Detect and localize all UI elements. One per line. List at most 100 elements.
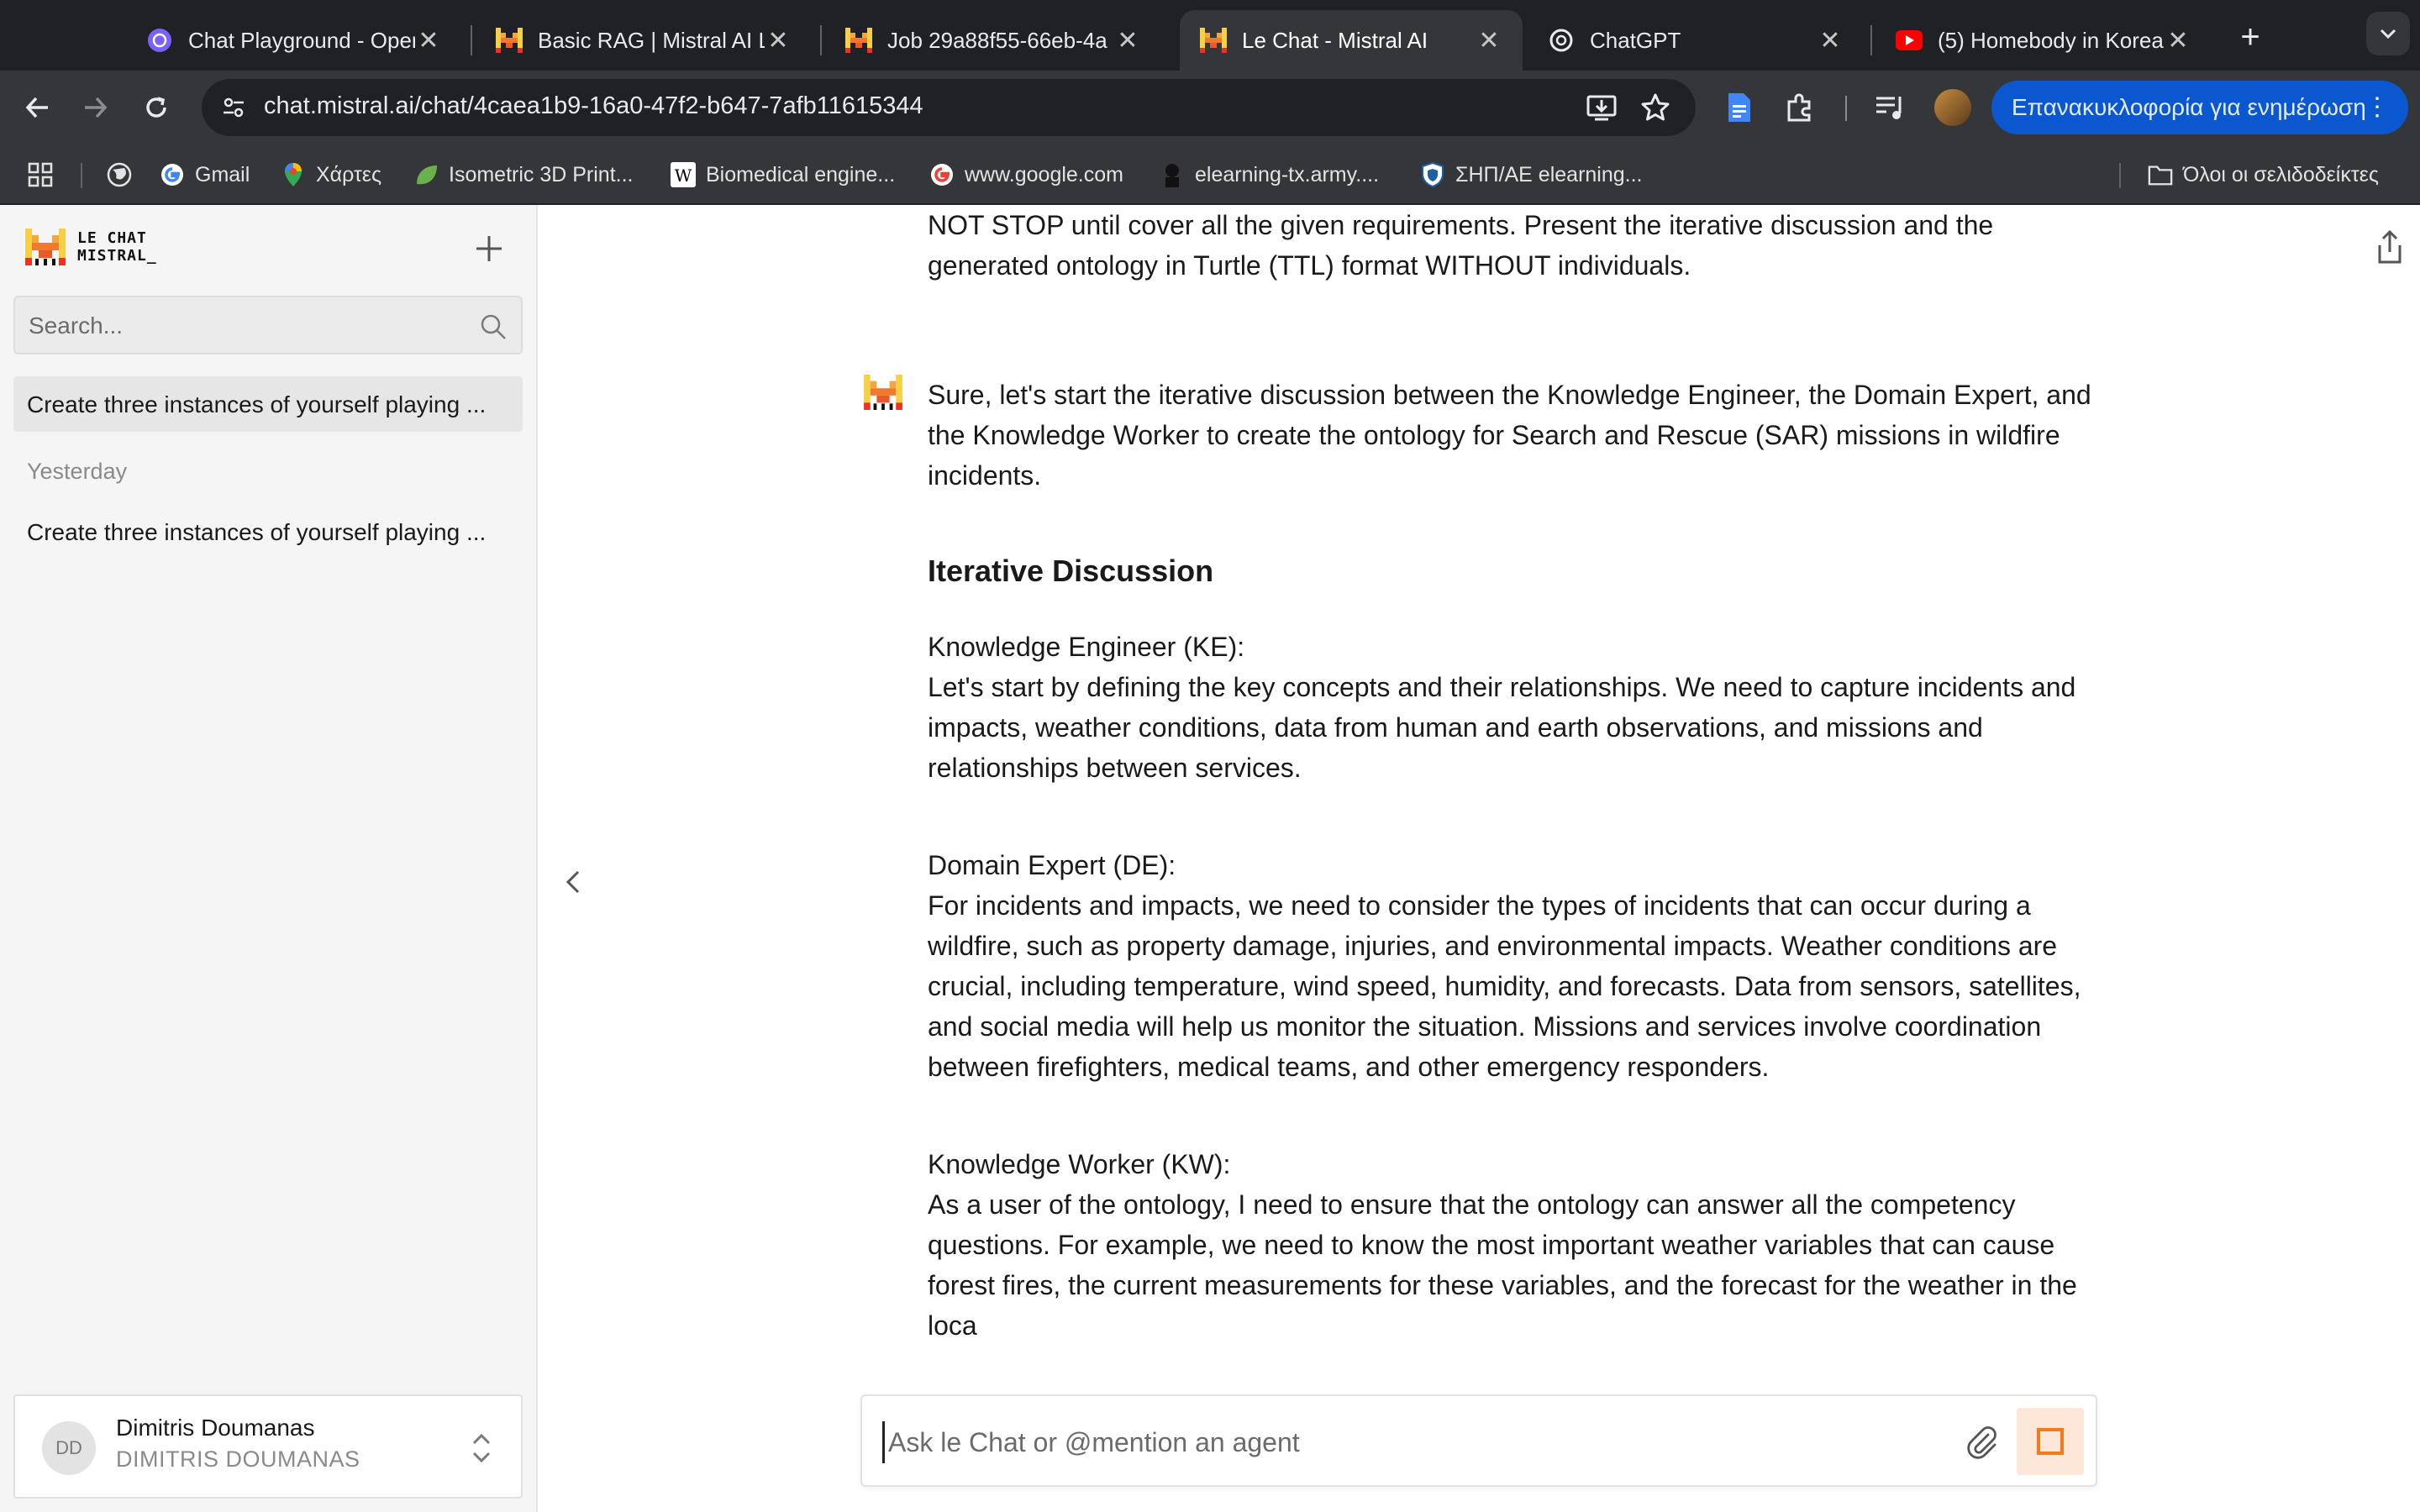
logo-line-2: MISTRAL_ [77,247,157,265]
mistral-logo-icon [25,228,66,265]
bookmark-sip-ae[interactable]: ΣΗΠ/ΑΕ elearning... [1420,160,1643,190]
message-composer[interactable] [860,1394,2097,1487]
bookmark-label: Gmail [195,162,250,186]
new-tab-button[interactable]: + [2232,18,2269,55]
bookmark-google[interactable]: www.google.com [929,160,1123,190]
more-menu-icon[interactable]: ⋮ [2365,92,2390,122]
relaunch-update-button[interactable]: Επανακυκλοφορία για ενημέρωση ⋮ [1991,81,2408,134]
media-controls-icon[interactable] [1872,89,1909,126]
search-input[interactable] [29,307,466,344]
tab-le-chat[interactable]: Le Chat - Mistral AI ✕ [1180,10,1523,71]
section-heading: Iterative Discussion [928,554,1214,588]
url-text: chat.mistral.ai/chat/4caea1b9-16a0-47f2-… [264,92,923,119]
globe-icon [107,162,132,187]
paperclip-icon[interactable] [1963,1423,2000,1460]
profile-avatar[interactable] [1934,89,1971,126]
close-tab-icon[interactable]: ✕ [1476,26,1502,55]
de-title: Domain Expert (DE): [928,850,1176,880]
chat-area: NOT STOP until cover all the given requi… [539,205,2420,1512]
user-message-line-2: generated ontology in Turtle (TTL) forma… [928,250,1691,281]
ke-title: Knowledge Engineer (KE): [928,632,1245,662]
mistral-icon [496,27,523,54]
mistral-icon [1200,27,1227,54]
tab-title: Le Chat - Mistral AI [1242,27,1428,53]
youtube-icon [1896,27,1923,54]
tab-basic-rag[interactable]: Basic RAG | Mistral AI La ✕ [476,10,812,71]
message-input[interactable] [882,1421,1941,1463]
install-app-icon[interactable] [1585,91,1618,124]
tab-search-button[interactable] [2366,12,2410,55]
le-chat-logo[interactable]: LE CHAT MISTRAL_ [25,228,157,265]
tab-title: Chat Playground - Open [188,27,415,53]
close-tab-icon[interactable]: ✕ [1114,26,1141,55]
close-tab-icon[interactable]: ✕ [765,26,792,55]
tab-job[interactable]: Job 29a88f55-66eb-4a ✕ [825,10,1161,71]
search-icon [481,314,506,339]
apps-grid-icon [28,162,53,187]
avatar: DD [42,1421,96,1475]
folder-icon [2148,162,2173,187]
chevron-down-icon [2380,29,2396,39]
all-bookmarks-folder[interactable]: Όλοι οι σελιδοδείκτες [2148,160,2379,190]
chevron-up-down-icon [472,1433,491,1463]
address-bar[interactable]: chat.mistral.ai/chat/4caea1b9-16a0-47f2-… [202,79,1696,136]
conversation-item[interactable]: Create three instances of yourself playi… [13,376,523,432]
bookmark-label: www.google.com [965,162,1123,186]
arrow-left-icon [25,97,48,118]
bookmark-label: elearning-tx.army.... [1195,162,1380,186]
user-account-menu[interactable]: DD Dimitris Doumanas DIMITRIS DOUMANAS [13,1394,523,1499]
apps-button[interactable] [27,160,54,190]
bookmark-star-icon[interactable] [1639,91,1672,124]
plus-icon [476,236,502,261]
tab-chatgpt[interactable]: ChatGPT ✕ [1528,10,1864,71]
docs-extension-icon[interactable] [1721,89,1758,126]
reload-button[interactable] [136,87,176,128]
tab-youtube[interactable]: (5) Homebody in Korea ✕ [1876,10,2212,71]
tab-title: Basic RAG | Mistral AI La [538,27,765,53]
browser-toolbar: chat.mistral.ai/chat/4caea1b9-16a0-47f2-… [0,71,2420,144]
share-icon[interactable] [2373,228,2407,265]
maps-icon [281,162,306,187]
de-text: For incidents and impacts, we need to co… [928,890,2081,1082]
bookmark-isometric[interactable]: Isometric 3D Print... [413,160,634,190]
assistant-message: Sure, let's start the iterative discussi… [928,375,2129,1346]
forward-button[interactable] [76,87,116,128]
conversation-item[interactable]: Create three instances of yourself playi… [13,504,523,559]
openai-icon [146,27,173,54]
chevron-left-icon[interactable] [560,867,590,897]
sidebar: LE CHAT MISTRAL_ Create three instances … [0,205,538,1512]
bookmark-maps[interactable]: Χάρτες [281,160,381,190]
close-tab-icon[interactable]: ✕ [2165,26,2191,55]
bookmark-elearning-army[interactable]: elearning-tx.army.... [1160,160,1379,190]
close-tab-icon[interactable]: ✕ [415,26,442,55]
stop-generation-button[interactable] [2017,1408,2084,1475]
bookmark-label: ΣΗΠ/ΑΕ elearning... [1455,162,1643,186]
bookmark-label: Biomedical engine... [706,162,896,186]
arrow-right-icon [85,97,108,118]
kw-title: Knowledge Worker (KW): [928,1149,1231,1179]
globe-bookmark[interactable] [106,160,133,190]
tab-chat-playground[interactable]: Chat Playground - Open ✕ [126,10,462,71]
ke-text: Let's start by defining the key concepts… [928,672,2076,783]
google-icon [929,162,955,187]
user-organization: DIMITRIS DOUMANAS [116,1446,360,1472]
tab-title: ChatGPT [1590,27,1681,53]
logo-line-1: LE CHAT [77,229,147,247]
extensions-icon[interactable] [1781,89,1818,126]
mistral-assistant-icon [864,375,902,410]
bookmark-gmail[interactable]: Gmail [160,160,250,190]
new-chat-button[interactable] [469,228,509,269]
search-box[interactable] [13,296,523,354]
mistral-icon [845,27,872,54]
back-button[interactable] [17,87,57,128]
site-info-icon[interactable] [215,89,252,126]
leaf-icon [413,162,439,187]
close-tab-icon[interactable]: ✕ [1817,26,1844,55]
bookmark-biomedical[interactable]: W Biomedical engine... [671,160,895,190]
bookmarks-bar: Gmail Χάρτες Isometric 3D Print... W Bio… [0,144,2420,205]
svg-text:W: W [675,165,692,186]
user-name: Dimitris Doumanas [116,1415,315,1441]
soldier-icon [1160,162,1185,187]
kw-text: As a user of the ontology, I need to ens… [928,1189,2077,1341]
user-message-line-1: NOT STOP until cover all the given requi… [928,210,1994,240]
